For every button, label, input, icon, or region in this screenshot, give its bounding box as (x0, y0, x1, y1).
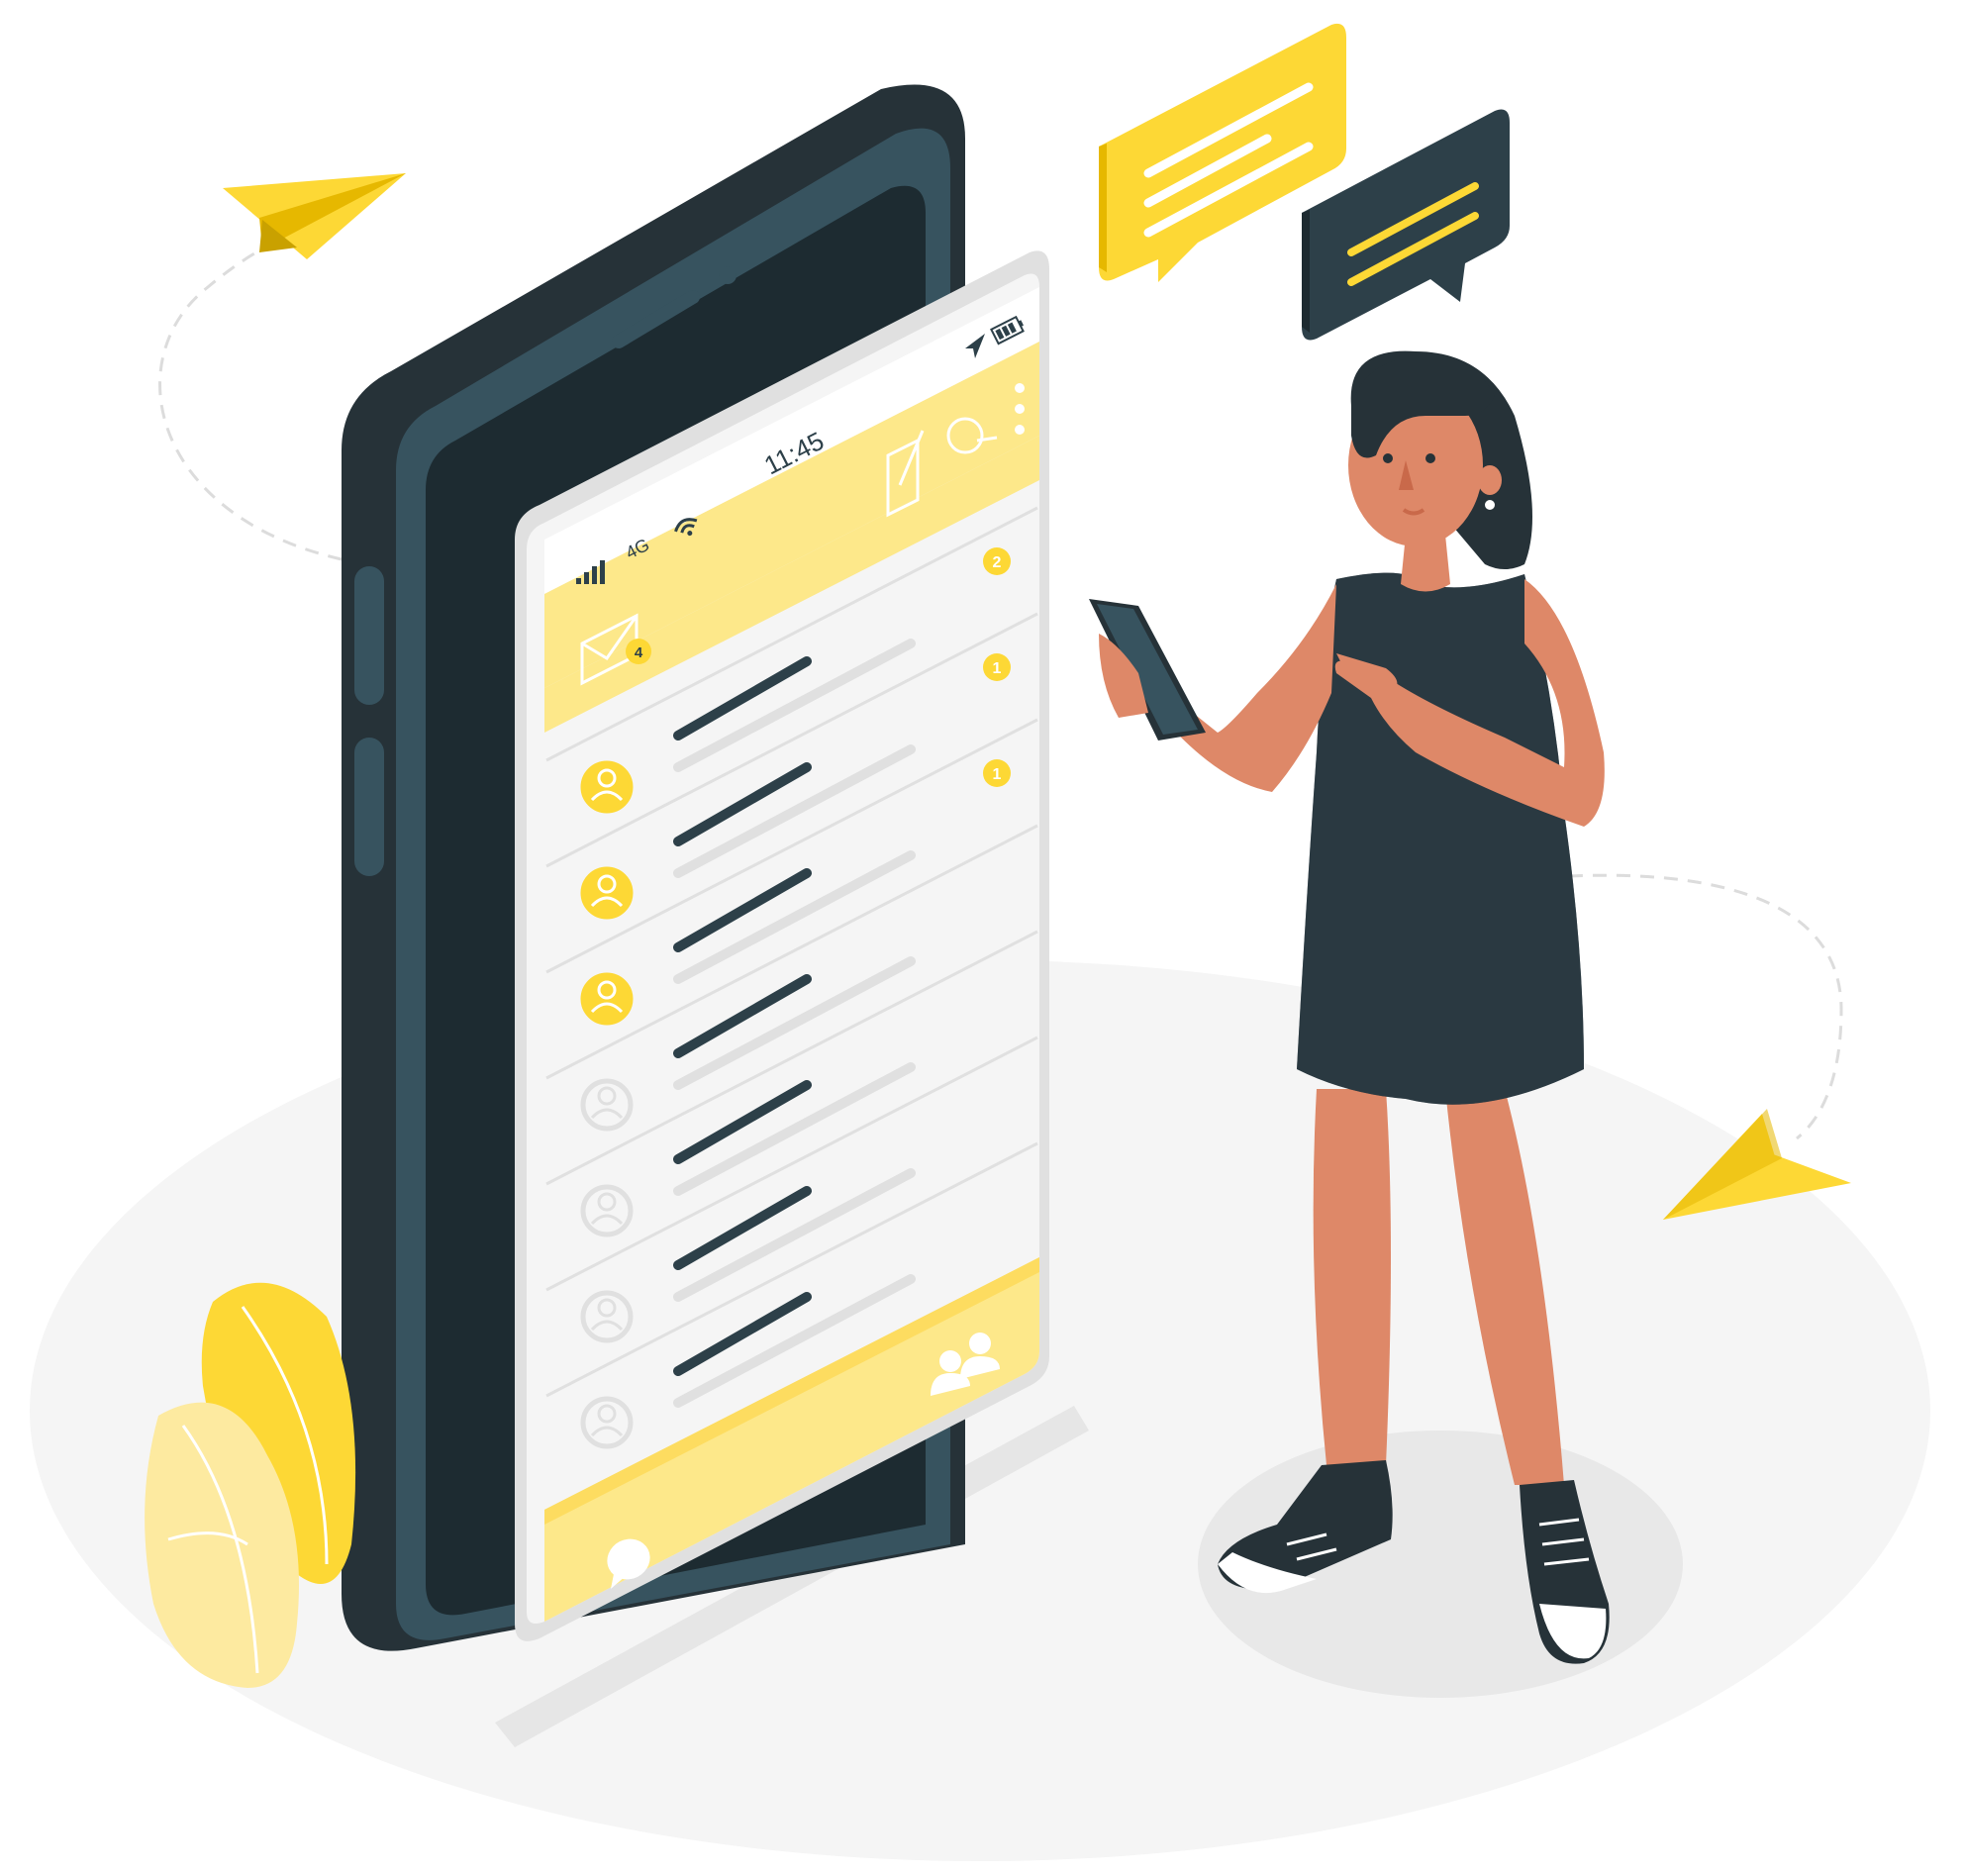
user-icon (580, 972, 634, 1026)
unread-badge: 1 (983, 653, 1011, 681)
unread-count: 2 (993, 554, 1002, 571)
illustration-scene: 4G 11:45 4 211 (30, 23, 1930, 1861)
user-icon (580, 760, 634, 814)
more-vertical-icon[interactable] (1015, 383, 1025, 435)
unread-badge: 2 (983, 547, 1011, 575)
dashed-path-left (158, 241, 343, 561)
unread-count: 1 (993, 766, 1002, 783)
unread-count: 1 (993, 660, 1002, 677)
unread-badge: 1 (983, 759, 1011, 787)
user-icon (580, 866, 634, 920)
paper-plane-icon (223, 173, 406, 259)
inbox-unread-badge: 4 (626, 639, 651, 664)
svg-text:4: 4 (635, 644, 643, 661)
